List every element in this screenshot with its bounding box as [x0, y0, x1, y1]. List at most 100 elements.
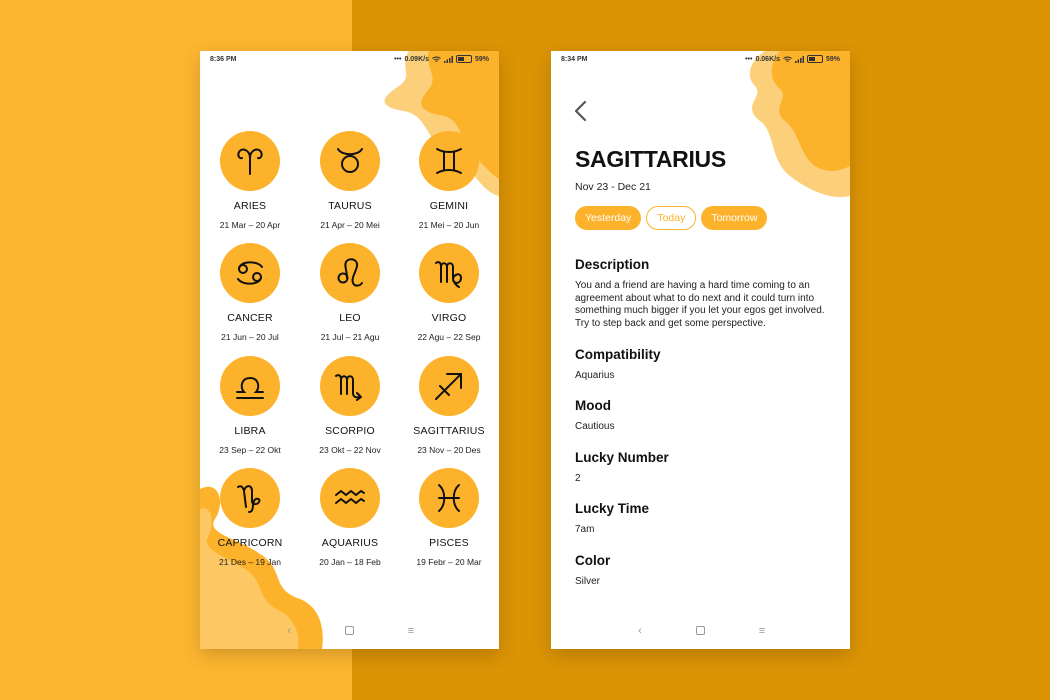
- cancer-icon: [220, 243, 280, 303]
- sign-dates: 21 Mei – 20 Jun: [418, 220, 480, 230]
- nav-home-icon[interactable]: [341, 623, 357, 639]
- section-value: 7am: [575, 524, 595, 535]
- virgo-icon: [419, 243, 479, 303]
- nav-back-icon[interactable]: ‹: [632, 623, 648, 639]
- tab-today[interactable]: Today: [646, 206, 697, 230]
- sign-dates: 21 Jul – 21 Agu: [320, 332, 380, 342]
- taurus-icon: [320, 131, 380, 191]
- sign-name: LIBRA: [234, 425, 266, 437]
- sign-dates: 19 Febr – 20 Mar: [416, 557, 482, 567]
- wifi-icon: [432, 56, 441, 62]
- sign-dates: 21 Des – 19 Jan: [219, 557, 281, 567]
- sign-name: AQUARIUS: [321, 537, 379, 549]
- sign-dates: 20 Jan – 18 Feb: [319, 557, 381, 567]
- section-value: Aquarius: [575, 370, 615, 381]
- sign-card-libra[interactable]: LIBRA 23 Sep – 22 Okt: [200, 356, 300, 455]
- section-value: 2: [575, 473, 581, 484]
- more-dots-icon: •••: [394, 55, 402, 63]
- leo-icon: [320, 243, 380, 303]
- nav-back-icon[interactable]: ‹: [281, 623, 297, 639]
- sign-name: SCORPIO: [325, 425, 375, 437]
- page-title: SAGITTARIUS: [575, 146, 726, 172]
- sign-dates: 21 Apr – 20 Mei: [320, 220, 380, 230]
- more-dots-icon: •••: [745, 55, 753, 63]
- zodiac-list-screen: 8:36 PM ••• 0.09K/s 59% ARIES 21 Mar – 2…: [200, 51, 499, 649]
- sign-name: SAGITTARIUS: [413, 425, 485, 437]
- date-range: Nov 23 - Dec 21: [575, 181, 651, 193]
- sagittarius-icon: [419, 356, 479, 416]
- sign-name: CANCER: [227, 312, 273, 324]
- pisces-icon: [419, 468, 479, 528]
- status-time: 8:36 PM: [210, 56, 237, 63]
- sign-name: ARIES: [233, 200, 267, 212]
- battery-percent: 59%: [825, 55, 840, 63]
- section-value: You and a friend are having a hard time …: [575, 280, 825, 329]
- sign-name: TAURUS: [328, 200, 372, 212]
- nav-menu-icon[interactable]: ≡: [754, 623, 770, 639]
- section-description: Description You and a friend are having …: [575, 257, 835, 330]
- android-nav-bar: ‹ ≡: [200, 623, 499, 639]
- sign-name: PISCES: [429, 537, 469, 549]
- section-heading: Mood: [575, 398, 611, 413]
- section-heading: Lucky Time: [575, 501, 650, 516]
- network-speed: 0.09K/s: [404, 55, 429, 63]
- sign-dates: 23 Sep – 22 Okt: [219, 445, 281, 455]
- sign-card-leo[interactable]: LEO 21 Jul – 21 Agu: [300, 243, 400, 342]
- day-tabs: Yesterday Today Tomorrow: [575, 206, 768, 230]
- signal-icon: [443, 55, 453, 63]
- status-time: 8:34 PM: [561, 56, 588, 63]
- android-nav-bar: ‹ ≡: [551, 623, 850, 639]
- detail-content: SAGITTARIUS Nov 23 - Dec 21 Yesterday To…: [551, 51, 850, 649]
- tab-yesterday[interactable]: Yesterday: [575, 206, 642, 230]
- status-bar: 8:34 PM ••• 0.06K/s 59%: [551, 51, 850, 69]
- sign-dates: 21 Jun – 20 Jul: [221, 332, 279, 342]
- libra-icon: [220, 356, 280, 416]
- sign-card-sagittarius[interactable]: SAGITTARIUS 23 Nov – 20 Des: [399, 356, 499, 455]
- section-lucky-time: Lucky Time 7am: [575, 501, 835, 537]
- sign-card-taurus[interactable]: TAURUS 21 Apr – 20 Mei: [300, 131, 400, 230]
- section-value: Cautious: [575, 421, 615, 432]
- sign-name: CAPRICORN: [217, 537, 283, 549]
- aquarius-icon: [320, 468, 380, 528]
- section-value: Silver: [575, 576, 601, 587]
- status-bar: 8:36 PM ••• 0.09K/s 59%: [200, 51, 499, 69]
- battery-icon: [806, 55, 823, 63]
- sign-card-aquarius[interactable]: AQUARIUS 20 Jan – 18 Feb: [300, 468, 400, 567]
- sign-dates: 23 Nov – 20 Des: [417, 445, 481, 455]
- sign-card-gemini[interactable]: GEMINI 21 Mei – 20 Jun: [399, 131, 499, 230]
- sign-name: LEO: [339, 312, 361, 324]
- section-compatibility: Compatibility Aquarius: [575, 347, 835, 383]
- sign-dates: 23 Okt – 22 Nov: [319, 445, 381, 455]
- section-lucky-number: Lucky Number 2: [575, 450, 835, 486]
- signal-icon: [794, 55, 804, 63]
- sign-dates: 22 Agu – 22 Sep: [417, 332, 481, 342]
- sign-card-cancer[interactable]: CANCER 21 Jun – 20 Jul: [200, 243, 300, 342]
- zodiac-grid: ARIES 21 Mar – 20 Apr TAURUS 21 Apr – 20…: [200, 51, 499, 649]
- tab-tomorrow[interactable]: Tomorrow: [701, 206, 768, 230]
- nav-home-icon[interactable]: [692, 623, 708, 639]
- sign-card-capricorn[interactable]: CAPRICORN 21 Des – 19 Jan: [200, 468, 300, 567]
- sign-card-pisces[interactable]: PISCES 19 Febr – 20 Mar: [399, 468, 499, 567]
- battery-percent: 59%: [474, 55, 489, 63]
- aries-icon: [220, 131, 280, 191]
- section-mood: Mood Cautious: [575, 398, 835, 434]
- network-speed: 0.06K/s: [755, 55, 780, 63]
- section-heading: Description: [575, 257, 650, 272]
- sign-card-virgo[interactable]: VIRGO 22 Agu – 22 Sep: [399, 243, 499, 342]
- battery-icon: [455, 55, 472, 63]
- section-heading: Compatibility: [575, 347, 661, 362]
- sign-name: GEMINI: [429, 200, 469, 212]
- sign-dates: 21 Mar – 20 Apr: [219, 220, 281, 230]
- section-heading: Color: [575, 553, 611, 568]
- section-heading: Lucky Number: [575, 450, 669, 465]
- wifi-icon: [783, 56, 792, 62]
- back-arrow-icon[interactable]: [571, 99, 591, 123]
- scorpio-icon: [320, 356, 380, 416]
- sign-name: VIRGO: [431, 312, 467, 324]
- section-color: Color Silver: [575, 553, 835, 589]
- capricorn-icon: [220, 468, 280, 528]
- gemini-icon: [419, 131, 479, 191]
- sign-card-scorpio[interactable]: SCORPIO 23 Okt – 22 Nov: [300, 356, 400, 455]
- sign-card-aries[interactable]: ARIES 21 Mar – 20 Apr: [200, 131, 300, 230]
- nav-menu-icon[interactable]: ≡: [403, 623, 419, 639]
